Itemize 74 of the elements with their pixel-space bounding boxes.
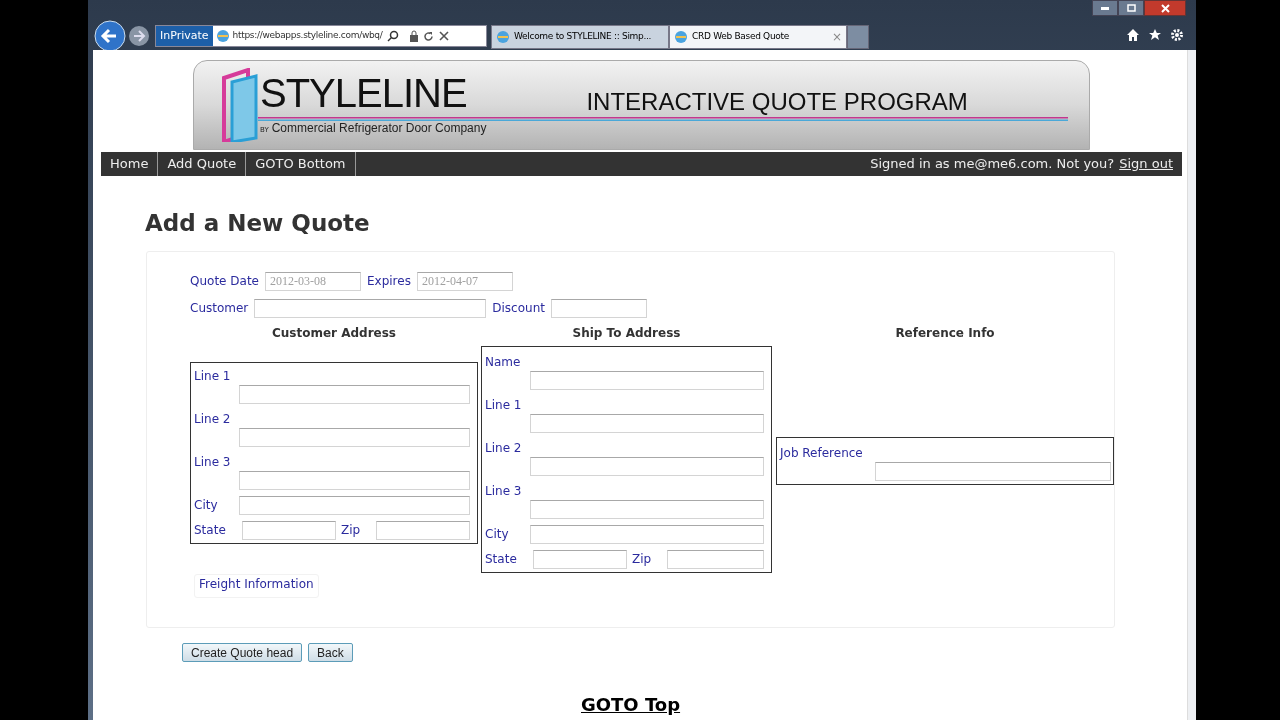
company-name: Commercial Refrigerator Door Company [271, 120, 487, 137]
star-icon[interactable] [1148, 28, 1162, 42]
form-button[interactable]: Back [308, 642, 353, 662]
section-heading: Customer Address [271, 324, 397, 342]
lock-icon [408, 30, 419, 42]
refresh-icon[interactable] [422, 30, 434, 42]
nav-link[interactable]: GOTO Bottom [246, 152, 356, 176]
input-field[interactable] [530, 370, 764, 390]
input-field[interactable] [239, 470, 470, 490]
address-text[interactable]: https://webapps.styleline.com/wbq/ [232, 29, 383, 43]
program-title: INTERACTIVE QUOTE PROGRAM [586, 87, 968, 117]
close-button[interactable] [1144, 0, 1186, 16]
minimize-button[interactable] [1092, 0, 1118, 16]
field-label: State [485, 551, 518, 568]
minimize-icon [1101, 6, 1109, 10]
input-field[interactable] [239, 427, 470, 447]
field-label: Name [485, 353, 522, 371]
nav-link[interactable]: Add Quote [158, 152, 247, 176]
close-icon[interactable] [438, 31, 449, 41]
new-tab-button[interactable] [847, 25, 869, 49]
section-heading: Reference Info [894, 324, 996, 342]
close-icon [1160, 3, 1170, 13]
field-label: Customer [190, 300, 249, 317]
field-label: Quote Date [190, 273, 259, 290]
field-label: Discount [492, 300, 545, 317]
search-icon[interactable] [386, 30, 399, 42]
input-field[interactable] [239, 495, 470, 515]
form-button[interactable]: Create Quote head [182, 642, 303, 662]
sign-out-link[interactable]: Sign out [1119, 154, 1173, 174]
input-field[interactable] [242, 520, 336, 540]
input-field[interactable] [530, 413, 764, 433]
browser-tab[interactable]: Welcome to STYLELINE :: Simp... [491, 25, 669, 49]
input-field[interactable] [875, 461, 1111, 481]
nav-link[interactable]: Home [101, 152, 159, 176]
scrollbar[interactable] [1187, 50, 1196, 720]
maximize-icon [1126, 4, 1136, 12]
freight-section[interactable]: Freight Information [194, 573, 319, 598]
input-field[interactable] [254, 298, 487, 318]
browser-tab[interactable]: CRD Web Based Quote × [669, 25, 847, 49]
field-label: Line 2 [485, 439, 523, 457]
input-field[interactable] [551, 298, 647, 318]
input-field[interactable] [530, 456, 764, 476]
field-label: Line 1 [194, 367, 232, 385]
input-field[interactable] [530, 524, 764, 544]
field-label: Line 3 [194, 453, 232, 471]
settings-icon[interactable] [1170, 28, 1184, 42]
field-label: City [485, 526, 510, 543]
input-field[interactable] [533, 549, 627, 569]
input-field[interactable] [376, 520, 470, 540]
input-field[interactable] [667, 549, 764, 569]
tab-title: Welcome to STYLELINE :: Simp... [514, 30, 653, 44]
field-label: State [194, 522, 227, 539]
logo-wordmark: STYLELINE [260, 73, 468, 113]
goto-top-link[interactable]: GOTO Top [581, 690, 681, 718]
field-label: Line 2 [194, 410, 232, 428]
field-label: Line 3 [485, 482, 523, 500]
field-label: City [194, 497, 219, 514]
field-label: Line 1 [485, 396, 523, 414]
door-logo-icon [222, 68, 258, 142]
section-heading: Ship To Address [571, 324, 682, 342]
input-field[interactable] [239, 384, 470, 404]
page-heading: Add a New Quote [145, 209, 371, 238]
signed-in-text: Signed in as me@me6.com. Not you? [870, 155, 1115, 174]
tab-title: CRD Web Based Quote [692, 30, 790, 44]
back-icon[interactable] [94, 20, 126, 52]
field-label: Expires [367, 273, 411, 290]
field-label: Zip [632, 551, 653, 568]
field-label: Job Reference [780, 444, 864, 462]
forward-icon[interactable] [128, 25, 150, 47]
field-label: Zip [341, 522, 362, 539]
home-icon[interactable] [1126, 28, 1140, 42]
inprivate-badge: InPrivate [156, 26, 213, 46]
maximize-button[interactable] [1118, 0, 1144, 16]
input-field[interactable] [530, 499, 764, 519]
